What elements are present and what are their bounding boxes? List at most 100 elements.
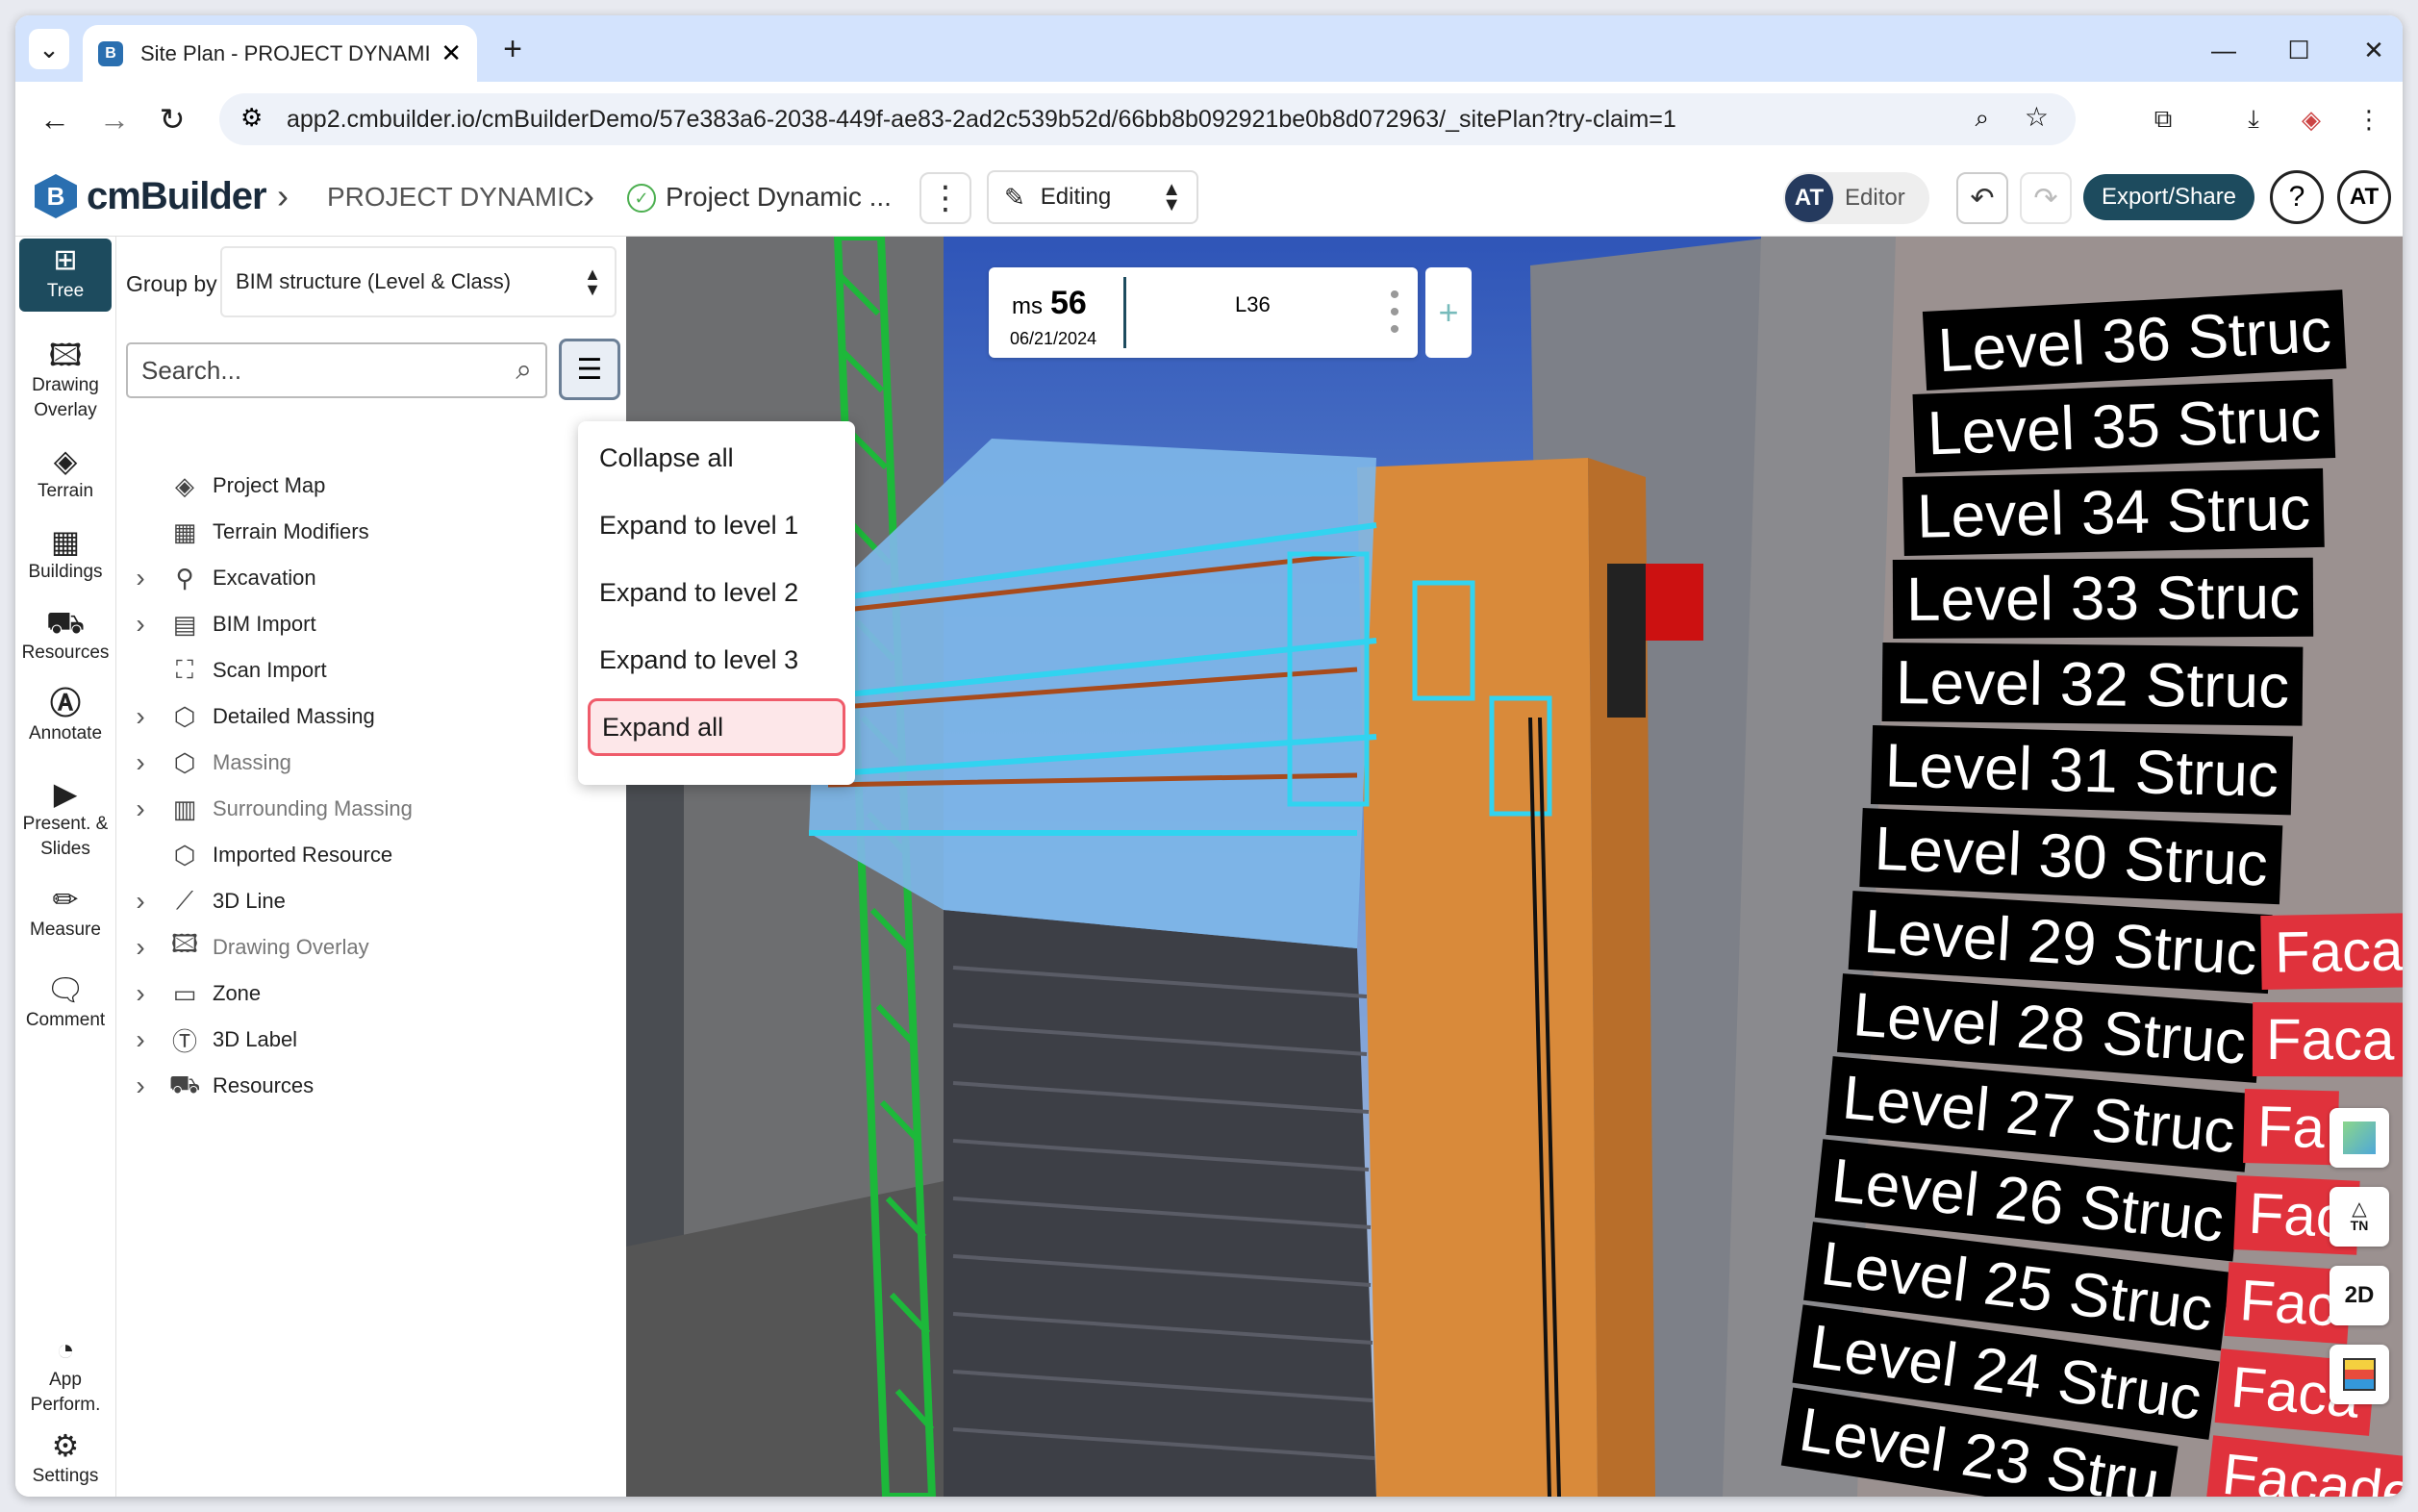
- minimize-button[interactable]: ―: [2201, 27, 2247, 73]
- extension-shield-icon[interactable]: ◈: [2289, 97, 2333, 141]
- tree-search-input[interactable]: Search... ⌕: [126, 342, 547, 398]
- label-icon: Ⓣ: [171, 1026, 197, 1056]
- expand-chevron-icon[interactable]: ›: [126, 747, 155, 778]
- tab-search-button[interactable]: ⌄: [29, 29, 69, 69]
- expand-chevron-icon[interactable]: ›: [126, 563, 155, 593]
- tree-item[interactable]: ◈ Project Map: [126, 464, 325, 508]
- rail-drawing-overlay[interactable]: 🖾 Drawing Overlay: [19, 337, 112, 423]
- view-2d-button[interactable]: 2D: [2330, 1266, 2389, 1325]
- level-label[interactable]: Level 34 Struc: [1902, 467, 2325, 556]
- expand-chevron-icon[interactable]: ›: [126, 978, 155, 1009]
- tree-item[interactable]: › Ⓣ 3D Label: [126, 1018, 297, 1062]
- tree-item[interactable]: › ⬡ Massing: [126, 741, 291, 785]
- export-share-button[interactable]: Export/Share: [2083, 174, 2254, 220]
- add-timeline-button[interactable]: +: [1425, 267, 1472, 358]
- map-layer-button[interactable]: [2330, 1108, 2389, 1168]
- browser-menu-icon[interactable]: ⋮: [2347, 97, 2391, 141]
- rail-comment[interactable]: 🗨 Comment: [19, 971, 112, 1033]
- expand-chevron-icon[interactable]: ›: [126, 1024, 155, 1055]
- rail-resources[interactable]: ⛟ Resources: [19, 604, 112, 666]
- group-by-select[interactable]: BIM structure (Level & Class) ▲ ▼: [220, 246, 617, 317]
- role-badge[interactable]: AT Editor: [1783, 172, 1929, 224]
- scene-more-button[interactable]: ⋮: [919, 172, 971, 224]
- level-label[interactable]: Level 33 Struc: [1892, 557, 2314, 639]
- menu-item[interactable]: Expand to level 2: [588, 564, 845, 621]
- maximize-button[interactable]: ☐: [2276, 27, 2322, 73]
- undo-button[interactable]: ↶: [1956, 172, 2008, 224]
- tree-item[interactable]: › ⚲ Excavation: [126, 556, 315, 600]
- tree-item-label: Project Map: [213, 473, 326, 497]
- menu-item[interactable]: Expand to level 1: [588, 496, 845, 554]
- rail-annotate[interactable]: Ⓐ Annotate: [19, 685, 112, 746]
- tree-item[interactable]: ▦ Terrain Modifiers: [126, 510, 369, 554]
- zoom-icon[interactable]: ⌕: [1975, 103, 1989, 134]
- rail-settings[interactable]: ⚙ Settings: [19, 1427, 112, 1489]
- menu-item[interactable]: Expand all: [588, 698, 845, 756]
- tree-item[interactable]: › ▭ Zone: [126, 971, 261, 1016]
- tree-item[interactable]: › ⬡ Detailed Massing: [126, 694, 374, 739]
- surrounding-icon: ▥: [172, 794, 197, 823]
- search-icon: ⌕: [516, 354, 532, 386]
- expand-options-button[interactable]: ☰: [559, 339, 620, 400]
- rail-buildings[interactable]: ▦ Buildings: [19, 523, 112, 585]
- expand-chevron-icon[interactable]: ›: [126, 794, 155, 824]
- rail-terrain[interactable]: ◈ Terrain: [19, 442, 112, 504]
- facade-label[interactable]: Faca: [2252, 1002, 2403, 1077]
- 3d-viewport[interactable]: Level 36 Struc Level 35 Struc Level 34 Str…: [626, 237, 2403, 1497]
- expand-chevron-icon[interactable]: ›: [126, 886, 155, 917]
- rail-presentation[interactable]: ▶ Present. & Slides: [19, 775, 112, 862]
- mode-select[interactable]: ✎ Editing ▲ ▼: [987, 170, 1198, 224]
- address-bar[interactable]: ⚙ app2.cmbuilder.io/cmBuilderDemo/57e383…: [219, 93, 2076, 145]
- north-arrow-icon: △: [2352, 1198, 2367, 1220]
- new-tab-button[interactable]: +: [492, 29, 533, 69]
- tree-item[interactable]: › ⟋ 3D Line: [126, 879, 286, 923]
- menu-item[interactable]: Collapse all: [588, 429, 845, 487]
- facade-label[interactable]: Fa: [2243, 1089, 2339, 1166]
- image-icon: 🖾: [170, 929, 199, 958]
- resources-icon: ⛟: [168, 1069, 201, 1098]
- level-label[interactable]: Level 31 Struc: [1870, 725, 2294, 816]
- close-tab-icon[interactable]: ✕: [441, 38, 462, 68]
- level-label[interactable]: Level 32 Struc: [1881, 643, 2304, 726]
- north-button[interactable]: △ TN: [2330, 1187, 2389, 1247]
- logo-text: cmBuilder: [87, 174, 267, 217]
- user-avatar[interactable]: AT: [2337, 170, 2391, 224]
- layers-button[interactable]: [2330, 1345, 2389, 1404]
- tree-item[interactable]: › ⛟ Resources: [126, 1064, 314, 1108]
- close-window-button[interactable]: ✕: [2351, 27, 2397, 73]
- facade-label[interactable]: Faca: [2260, 913, 2403, 990]
- reload-button[interactable]: ↻: [150, 97, 194, 141]
- resource-icon: ⬡: [173, 840, 196, 869]
- timeline-more-icon[interactable]: • • •: [1385, 281, 1404, 344]
- tree-item[interactable]: ⛶ Scan Import: [126, 648, 327, 693]
- back-button[interactable]: ←: [33, 97, 77, 141]
- download-icon[interactable]: ⤓: [2231, 97, 2276, 141]
- terrain-icon: ◈: [53, 443, 78, 478]
- site-info-icon[interactable]: ⚙: [240, 103, 263, 133]
- rail-tree[interactable]: ⊞ Tree: [19, 239, 112, 312]
- tree-item[interactable]: › ▥ Surrounding Massing: [126, 787, 413, 831]
- bookmark-star-icon[interactable]: ☆: [2025, 101, 2049, 133]
- rail-app-performance[interactable]: ◔ App Perform.: [19, 1331, 112, 1418]
- expand-chevron-icon[interactable]: ›: [126, 701, 155, 732]
- redo-button[interactable]: ↷: [2020, 172, 2072, 224]
- rail-measure[interactable]: ✏ Measure: [19, 881, 112, 943]
- extensions-icon[interactable]: ⧉: [2141, 97, 2185, 141]
- tree-item[interactable]: › 🖾 Drawing Overlay: [126, 925, 368, 970]
- level-label[interactable]: Level 35 Struc: [1912, 379, 2336, 473]
- browser-tab[interactable]: B Site Plan - PROJECT DYNAMIC ✕: [83, 25, 477, 82]
- expand-chevron-icon[interactable]: ›: [126, 1071, 155, 1101]
- expand-chevron-icon[interactable]: ›: [126, 609, 155, 640]
- timeline-card[interactable]: ms 56 06/21/2024 L36 • • •: [989, 267, 1418, 358]
- expand-chevron-icon[interactable]: ›: [126, 932, 155, 963]
- breadcrumb-scene[interactable]: Project Dynamic ...: [666, 182, 892, 213]
- tree-icon: ⊞: [53, 244, 78, 276]
- menu-item[interactable]: Expand to level 3: [588, 631, 845, 689]
- cmbuilder-logo[interactable]: B cmBuilder: [35, 174, 267, 218]
- breadcrumb-project[interactable]: PROJECT DYNAMIC: [327, 182, 584, 213]
- tree-item[interactable]: ⬡ Imported Resource: [126, 833, 392, 877]
- help-button[interactable]: ?: [2270, 170, 2324, 224]
- tree-item[interactable]: › ▤ BIM Import: [126, 602, 315, 646]
- forward-button[interactable]: →: [92, 97, 137, 141]
- settings-icon: ⚙: [51, 1428, 80, 1463]
